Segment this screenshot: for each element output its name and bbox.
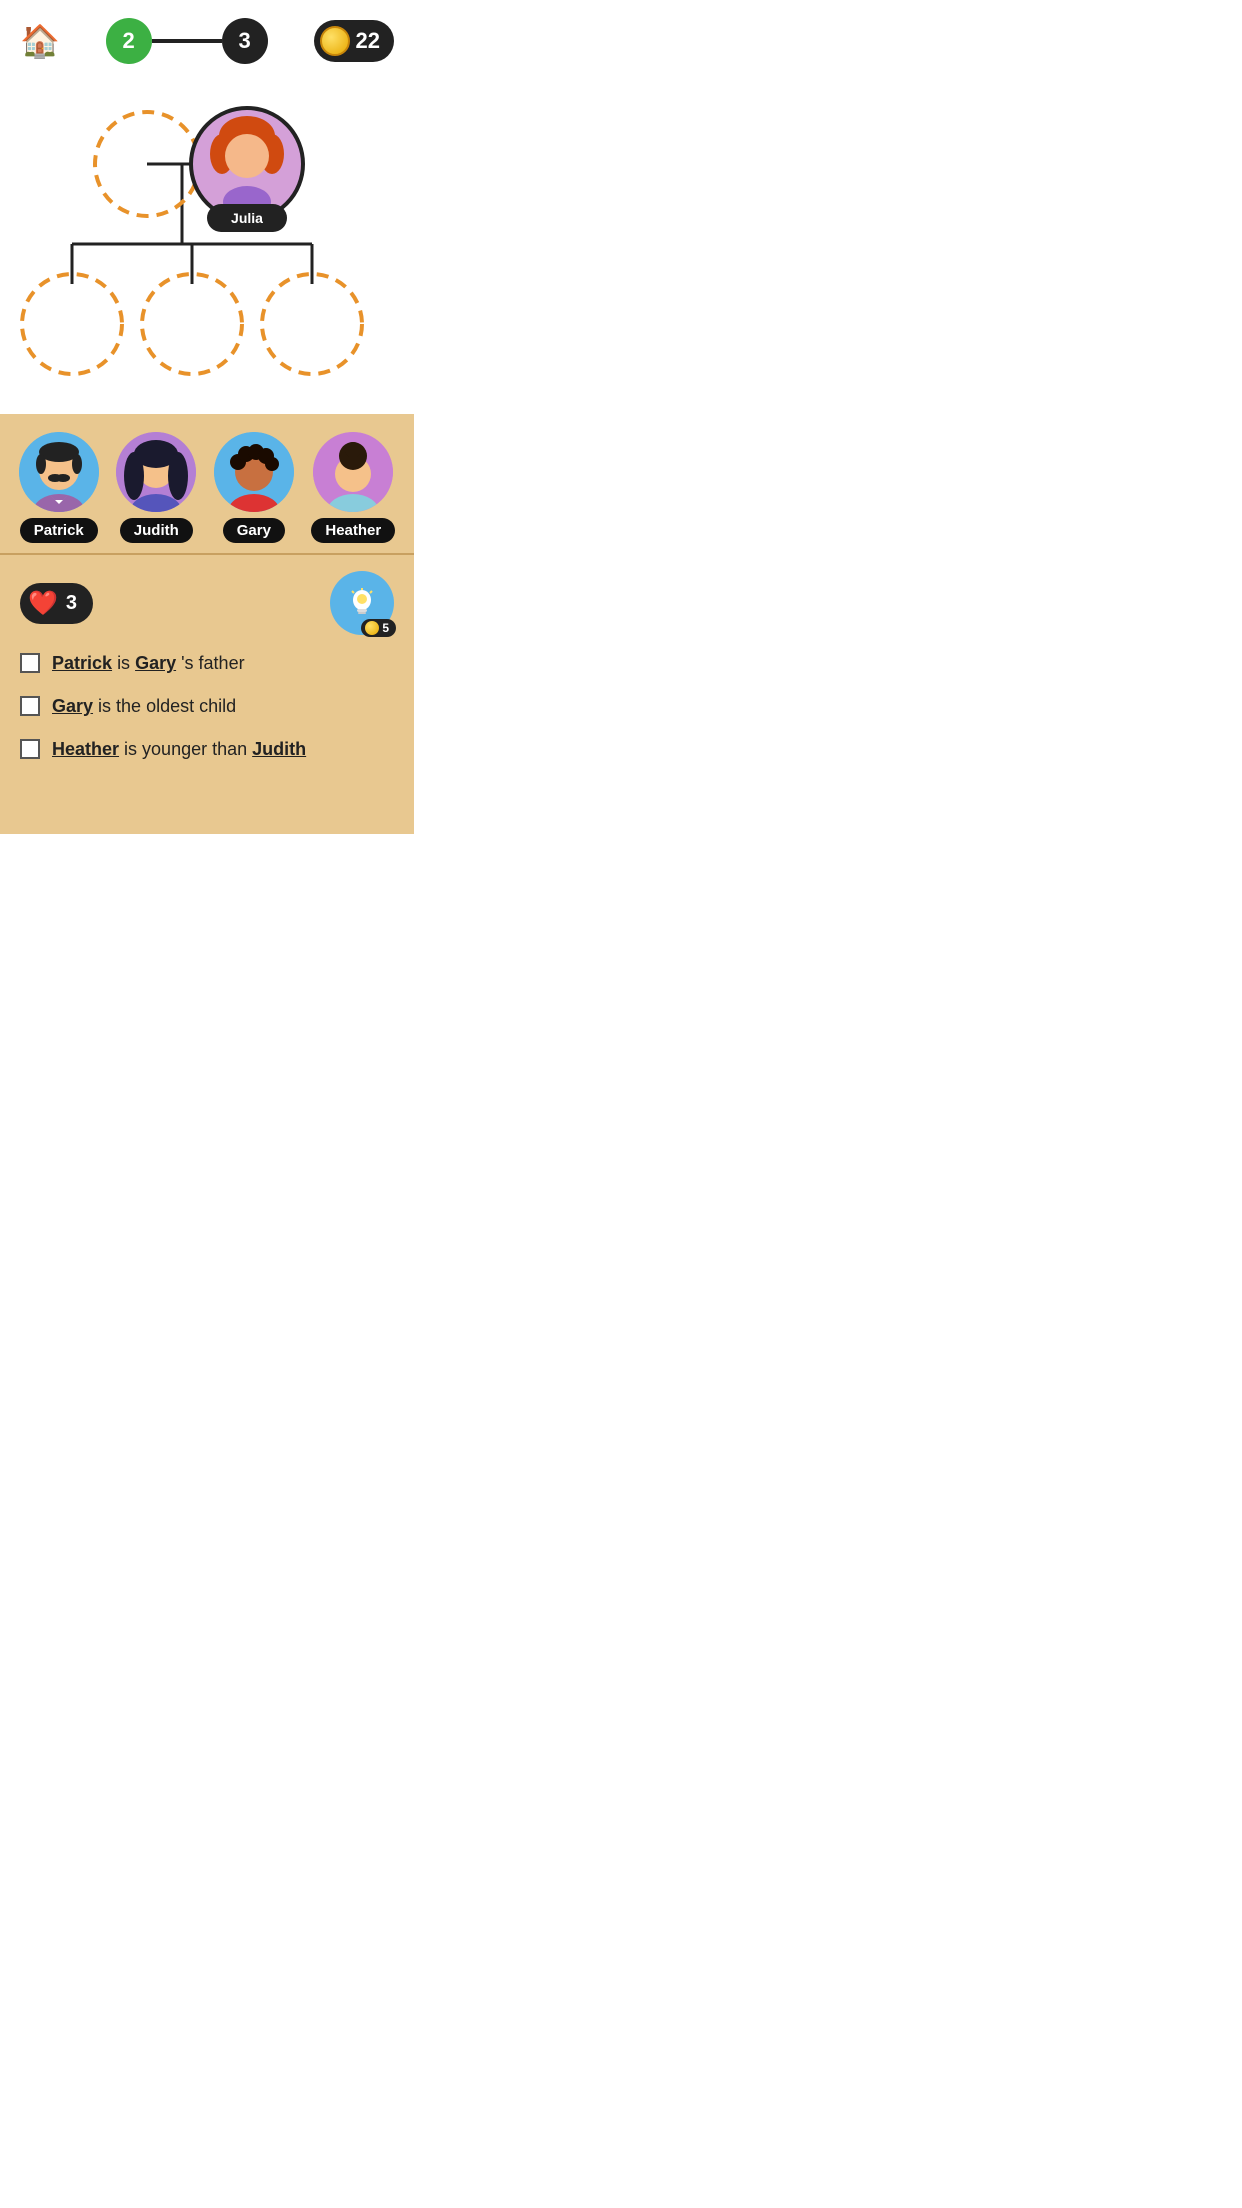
- judith-name: Judith: [120, 518, 193, 543]
- clue-3-name2: Judith: [252, 739, 306, 759]
- step-3-circle: 3: [222, 18, 268, 64]
- bottom-panel: Patrick Judith: [0, 414, 414, 834]
- gary-name: Gary: [223, 518, 285, 543]
- lives-badge: ❤️ 3: [20, 583, 93, 624]
- avatar-heather[interactable]: Heather: [311, 432, 395, 543]
- hint-cost-badge: 5: [361, 619, 396, 637]
- lives-hint-row: ❤️ 3 5: [0, 555, 414, 643]
- avatar-gary[interactable]: Gary: [214, 432, 294, 543]
- clue-3-text: Heather is younger than Judith: [52, 737, 306, 762]
- clue-1-name2: Gary: [135, 653, 176, 673]
- coins-badge: 22: [314, 20, 394, 62]
- progress-line: [152, 39, 222, 43]
- avatar-judith[interactable]: Judith: [116, 432, 196, 543]
- julia-name-label: Julia: [231, 210, 263, 226]
- clue-2: Gary is the oldest child: [20, 694, 394, 719]
- child-middle-circle: [142, 274, 242, 374]
- step-2-circle: 2: [106, 18, 152, 64]
- clue-1-checkbox[interactable]: [20, 653, 40, 673]
- heart-icon: ❤️: [28, 589, 58, 618]
- hint-button[interactable]: 5: [330, 571, 394, 635]
- coin-icon: [320, 26, 350, 56]
- clue-1-text: Patrick is Gary 's father: [52, 651, 245, 676]
- clue-3-checkbox[interactable]: [20, 739, 40, 759]
- patrick-name: Patrick: [20, 518, 98, 543]
- avatar-patrick[interactable]: Patrick: [19, 432, 99, 543]
- hint-coin-icon: [365, 621, 379, 635]
- avatars-row: Patrick Judith: [0, 414, 414, 555]
- clue-1-suffix: 's father: [181, 653, 244, 673]
- hint-cost: 5: [382, 621, 389, 635]
- clue-2-text: Gary is the oldest child: [52, 694, 236, 719]
- heather-name: Heather: [311, 518, 395, 543]
- clue-1-name1: Patrick: [52, 653, 112, 673]
- lives-count: 3: [66, 592, 77, 615]
- clue-2-checkbox[interactable]: [20, 696, 40, 716]
- clues-list: Patrick is Gary 's father Gary is the ol…: [0, 643, 414, 763]
- child-left-circle: [22, 274, 122, 374]
- clue-2-name1: Gary: [52, 696, 93, 716]
- clue-1-connector: is: [117, 653, 135, 673]
- coins-count: 22: [356, 28, 380, 54]
- home-button[interactable]: 🏠: [20, 22, 60, 60]
- child-right-circle: [262, 274, 362, 374]
- tree-area: Julia: [0, 74, 414, 414]
- progress-area: 2 3: [106, 18, 268, 64]
- clue-3-connector: is younger than: [124, 739, 252, 759]
- family-tree: Julia: [0, 84, 414, 394]
- clue-3: Heather is younger than Judith: [20, 737, 394, 762]
- clue-2-suffix: is the oldest child: [98, 696, 236, 716]
- clue-1: Patrick is Gary 's father: [20, 651, 394, 676]
- top-bar: 🏠 2 3 22: [0, 0, 414, 74]
- clue-3-name1: Heather: [52, 739, 119, 759]
